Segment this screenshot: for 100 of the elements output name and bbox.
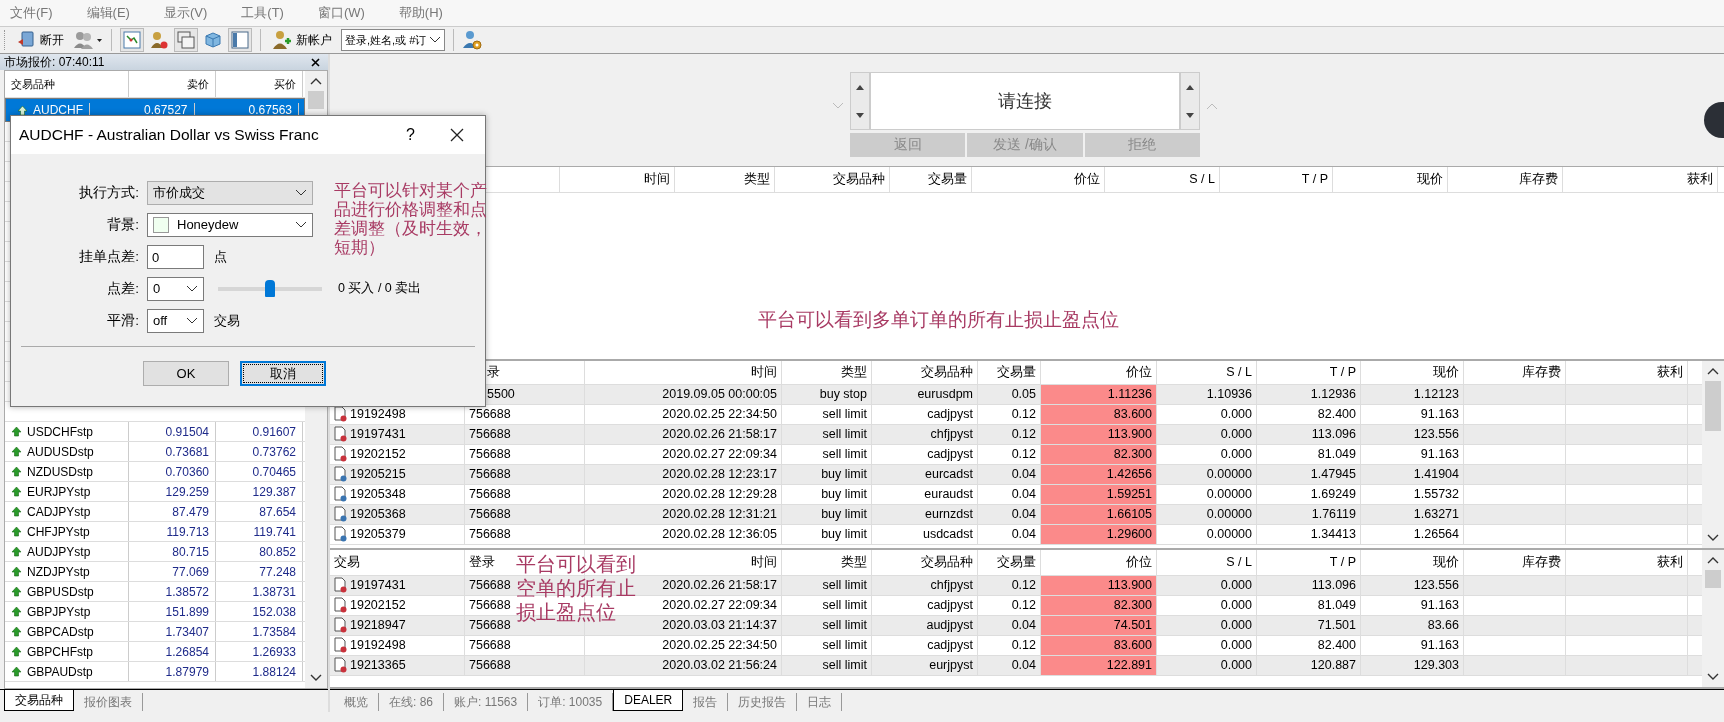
column-header[interactable]: 时间 [751, 553, 777, 571]
chevron-down-icon[interactable] [1707, 673, 1719, 682]
table-cell: 19205215 [350, 467, 406, 482]
close-icon[interactable] [449, 127, 465, 143]
down-arrow-icon[interactable] [856, 112, 864, 118]
quote-row[interactable]: USDCHFstp 0.91504 0.91607 [5, 422, 305, 442]
column-header[interactable]: T / P [1329, 365, 1356, 380]
column-header[interactable]: 现价 [1433, 553, 1459, 571]
tab[interactable]: 账户: 11563 [444, 693, 529, 712]
table-cell: 2020.02.25 22:34:50 [662, 638, 777, 653]
quote-row[interactable]: GBPJPYstp 151.899 152.038 [5, 602, 305, 622]
column-header[interactable]: 交易量 [928, 170, 967, 188]
tab[interactable]: 报告 [683, 693, 729, 712]
table-cell: 1.55732 [1413, 487, 1459, 502]
tab[interactable]: 交易品种 [4, 690, 74, 712]
menu-item[interactable]: 文件(F) [10, 4, 53, 22]
spread-dropdown[interactable]: 0 [147, 276, 204, 301]
tab[interactable]: 概览 [334, 693, 379, 712]
chevron-down-icon[interactable] [1707, 533, 1719, 542]
scrollbar-thumb[interactable] [1705, 380, 1721, 431]
column-header[interactable]: 登录 [469, 553, 495, 571]
person-gear-icon[interactable] [462, 29, 482, 51]
column-header[interactable]: 库存费 [1522, 363, 1561, 381]
column-header[interactable]: 类型 [744, 170, 770, 188]
dialog-button[interactable]: OK [143, 361, 229, 386]
column-header[interactable]: 交易 [334, 553, 360, 571]
users-icon[interactable] [73, 29, 103, 51]
quote-row[interactable]: NZDJPYstp 77.069 77.248 [5, 562, 305, 582]
quote-row[interactable]: GBPCHFstp 1.26854 1.26933 [5, 642, 305, 662]
column-header[interactable]: 现价 [1417, 170, 1443, 188]
down-arrow-icon[interactable] [1186, 112, 1194, 118]
column-header[interactable]: 获利 [1657, 363, 1683, 381]
column-header[interactable]: S / L [1226, 555, 1252, 570]
quote-row[interactable]: NZDUSDstp 0.70360 0.70465 [5, 462, 305, 482]
column-header[interactable]: T / P [1329, 555, 1356, 570]
dialog-button[interactable]: 取消 [240, 361, 326, 386]
table-cell: 756688 [469, 618, 511, 633]
column-header[interactable]: 时间 [626, 170, 670, 188]
panel-icon[interactable] [228, 28, 252, 52]
chevron-up-icon[interactable] [310, 77, 322, 85]
menu-item[interactable]: 显示(V) [163, 4, 208, 22]
column-header[interactable]: 交易品种 [921, 363, 973, 381]
menu-item[interactable]: 编辑(E) [86, 4, 130, 22]
column-header[interactable]: 交易量 [997, 363, 1036, 381]
column-header[interactable]: 时间 [751, 363, 777, 381]
column-header[interactable]: 获利 [1687, 170, 1713, 188]
execution-dropdown[interactable]: 市价成交 [147, 180, 313, 205]
chevron-down-icon[interactable] [310, 674, 322, 683]
quote-row[interactable]: GBPCADstp 1.73407 1.73584 [5, 622, 305, 642]
quote-row[interactable]: AUDJPYstp 80.715 80.852 [5, 542, 305, 562]
tab[interactable]: 在线: 86 [379, 693, 444, 712]
column-header[interactable]: 交易品种 [5, 71, 129, 97]
column-header[interactable]: 类型 [841, 553, 867, 571]
quote-row[interactable]: GBPAUDstp 1.87979 1.88124 [5, 662, 305, 682]
column-header[interactable]: 现价 [1433, 363, 1459, 381]
menu-item[interactable]: 工具(T) [241, 4, 284, 22]
column-header[interactable]: S / L [1189, 172, 1215, 187]
quote-row[interactable]: AUDUSDstp 0.73681 0.73762 [5, 442, 305, 462]
column-header[interactable]: 价位 [1126, 553, 1152, 571]
table-cell: 0.04 [1011, 467, 1036, 482]
column-header[interactable]: 卖价 [129, 71, 216, 97]
column-header[interactable]: 买价 [216, 71, 303, 97]
scrollbar-thumb[interactable] [1705, 569, 1721, 588]
quote-row[interactable]: GBPUSDstp 1.38572 1.38731 [5, 582, 305, 602]
column-header[interactable]: 价位 [1074, 170, 1100, 188]
column-header[interactable]: 价位 [1126, 363, 1152, 381]
input-field[interactable]: 0 [147, 244, 204, 269]
column-header[interactable]: 交易品种 [921, 553, 973, 571]
column-header[interactable]: 获利 [1657, 553, 1683, 571]
disconnect-button[interactable]: 断开 [13, 28, 67, 52]
tab[interactable]: DEALER [613, 690, 684, 712]
column-header[interactable]: T / P [1301, 172, 1328, 187]
up-arrow-icon[interactable] [1186, 84, 1194, 90]
scrollbar-thumb[interactable] [308, 91, 324, 109]
search-field[interactable]: 登录,姓名,或 #订 [341, 29, 445, 51]
chart-icon[interactable] [120, 28, 144, 52]
tab[interactable]: 日志 [797, 693, 843, 712]
up-arrow-icon[interactable] [856, 84, 864, 90]
column-header[interactable]: 库存费 [1519, 170, 1558, 188]
tab[interactable]: 报价图表 [74, 693, 143, 712]
close-icon[interactable] [311, 57, 320, 67]
color-dropdown[interactable]: Honeydew [147, 212, 313, 237]
quote-row[interactable]: CHFJPYstp 119.713 119.741 [5, 522, 305, 542]
quote-row[interactable]: EURJPYstp 129.259 129.387 [5, 482, 305, 502]
column-header[interactable]: 交易量 [997, 553, 1036, 571]
column-header[interactable]: 类型 [841, 363, 867, 381]
menu-item[interactable]: 帮助(H) [398, 4, 443, 22]
column-header[interactable]: S / L [1226, 365, 1252, 380]
smoothing-dropdown[interactable]: off [147, 308, 204, 333]
chevron-up-icon[interactable] [1707, 366, 1719, 375]
menu-item[interactable]: 窗口(W) [317, 4, 365, 22]
new-account-button[interactable]: 新帐户 [269, 28, 335, 52]
tab[interactable]: 历史报告 [728, 693, 798, 712]
chevron-up-icon[interactable] [1707, 555, 1719, 564]
quote-row[interactable]: CADJPYstp 87.479 87.654 [5, 502, 305, 522]
column-header[interactable]: 库存费 [1522, 553, 1561, 571]
column-header[interactable]: 交易品种 [833, 170, 885, 188]
windows-icon[interactable] [174, 28, 198, 52]
slider-thumb[interactable] [265, 279, 275, 297]
help-button[interactable]: ? [406, 126, 415, 144]
